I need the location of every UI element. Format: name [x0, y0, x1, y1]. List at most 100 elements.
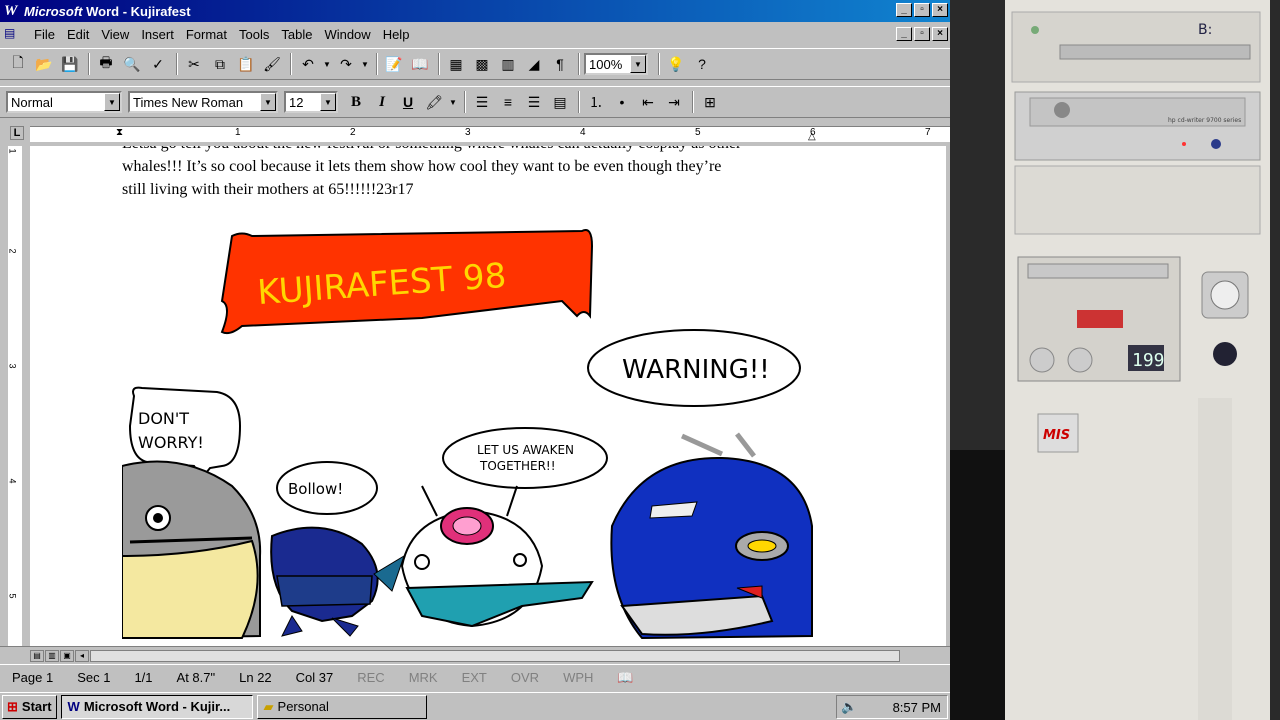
chevron-down-icon[interactable]: ▼ [630, 55, 646, 73]
numbering-icon[interactable]: ⒈ [584, 90, 608, 114]
open-icon[interactable]: 📂 [32, 52, 56, 76]
format-painter-icon[interactable]: 🖌 [260, 52, 284, 76]
vertical-ruler[interactable]: 1 2 3 4 5 [0, 146, 30, 646]
status-rec[interactable]: REC [345, 670, 396, 685]
vruler-label-2: 2 [7, 248, 18, 254]
align-center-icon[interactable]: ≡ [496, 90, 520, 114]
zoom-select[interactable]: 100% ▼ [584, 53, 648, 75]
redo-dropdown-icon[interactable]: ▼ [360, 52, 370, 76]
outline-view-icon[interactable]: ◂ [75, 649, 89, 662]
left-indent-marker[interactable]: ⧗ [116, 127, 123, 138]
status-ovr[interactable]: OVR [499, 670, 551, 685]
horizontal-scrollbar[interactable] [90, 650, 900, 662]
folder-icon: ▰ [263, 698, 274, 714]
borders-icon[interactable]: ⊞ [698, 90, 722, 114]
taskbar: ⊞ Start W Microsoft Word - Kujir... ▰ Perso… [0, 692, 950, 720]
taskbar-personal-label: Personal [277, 699, 329, 714]
doc-close-button[interactable]: × [932, 27, 948, 41]
title-bar[interactable]: W Microsoft Word - Kujirafest _ ▫ × [0, 0, 950, 22]
spelling-status-icon[interactable]: 📖 [605, 670, 645, 686]
menu-tools[interactable]: Tools [233, 27, 275, 42]
svg-text:DON'T: DON'T [138, 409, 189, 428]
help-icon[interactable]: ? [690, 52, 714, 76]
print-icon[interactable]: 🖶 [94, 52, 118, 76]
drawing-icon[interactable]: ◢ [522, 52, 546, 76]
new-icon[interactable]: 🗋 [6, 52, 30, 76]
chevron-down-icon[interactable]: ▼ [320, 93, 336, 111]
undo-dropdown-icon[interactable]: ▼ [322, 52, 332, 76]
maximize-button[interactable]: ▫ [914, 3, 930, 17]
autotext-icon[interactable]: 📝 [382, 52, 406, 76]
status-mrk[interactable]: MRK [397, 670, 450, 685]
menu-window[interactable]: Window [318, 27, 376, 42]
justify-icon[interactable]: ▤ [548, 90, 572, 114]
style-select[interactable]: Normal ▼ [6, 91, 122, 113]
doc-minimize-button[interactable]: _ [896, 27, 912, 41]
underline-button[interactable]: U [396, 90, 420, 114]
copy-icon[interactable]: ⧉ [208, 52, 232, 76]
decrease-indent-icon[interactable]: ⇤ [636, 90, 660, 114]
cut-icon[interactable]: ✂ [182, 52, 206, 76]
menu-help[interactable]: Help [377, 27, 416, 42]
chevron-down-icon[interactable]: ▼ [104, 93, 120, 111]
minimize-button[interactable]: _ [896, 3, 912, 17]
menu-edit[interactable]: Edit [61, 27, 95, 42]
document-text[interactable]: Letsa go tell you about the new festival… [122, 146, 822, 215]
text-line-3[interactable]: still living with their mothers at 65!!!… [122, 178, 822, 201]
undo-icon[interactable]: ↶ [296, 52, 320, 76]
chevron-down-icon[interactable]: ▼ [260, 93, 276, 111]
tab-selector[interactable]: L [10, 126, 24, 140]
bullets-icon[interactable]: • [610, 90, 634, 114]
highlight-dropdown-icon[interactable]: ▼ [448, 90, 458, 114]
bubble-warning: WARNING!! [587, 329, 801, 407]
online-layout-icon[interactable]: ▥ [45, 649, 59, 662]
font-select[interactable]: Times New Roman ▼ [128, 91, 278, 113]
taskbar-word-button[interactable]: W Microsoft Word - Kujir... [60, 694, 253, 719]
menu-table[interactable]: Table [275, 27, 318, 42]
save-icon[interactable]: 💾 [58, 52, 82, 76]
kujirafest-drawing[interactable]: KUJIRAFEST 98 DON'T WORRY! Bollow! LET U… [122, 226, 822, 646]
menu-view[interactable]: View [95, 27, 135, 42]
taskbar-word-label: Microsoft Word - Kujir... [83, 699, 231, 714]
text-line-2[interactable]: whales!!! It’s so cool because it lets t… [122, 155, 822, 178]
document-icon[interactable]: ▤ [4, 26, 22, 42]
align-right-icon[interactable]: ☰ [522, 90, 546, 114]
text-line-1[interactable]: Letsa go tell you about the new festival… [122, 146, 822, 155]
increase-indent-icon[interactable]: ⇥ [662, 90, 686, 114]
volume-icon[interactable]: 🔈 [841, 699, 857, 715]
insert-table-icon[interactable]: ▦ [444, 52, 468, 76]
office-assistant-icon[interactable]: 💡 [664, 52, 688, 76]
clock[interactable]: 8:57 PM [893, 700, 941, 715]
ruler-strip[interactable]: 1 2 3 4 5 6 7 ⧗ △ [30, 126, 950, 142]
insert-addressbook-icon[interactable]: 📖 [408, 52, 432, 76]
redo-icon[interactable]: ↷ [334, 52, 358, 76]
doc-restore-button[interactable]: ▫ [914, 27, 930, 41]
document-page[interactable]: Letsa go tell you about the new festival… [30, 146, 946, 646]
menu-insert[interactable]: Insert [135, 27, 180, 42]
highlight-icon[interactable]: 🖍 [422, 90, 446, 114]
status-wph[interactable]: WPH [551, 670, 605, 685]
menu-file[interactable]: File [28, 27, 61, 42]
menu-format[interactable]: Format [180, 27, 233, 42]
horizontal-ruler[interactable]: L 1 2 3 4 5 6 7 ⧗ △ [0, 122, 950, 146]
normal-view-icon[interactable]: ▤ [30, 649, 44, 662]
page-layout-icon[interactable]: ▣ [60, 649, 74, 662]
status-line: Ln 22 [239, 670, 272, 685]
taskbar-personal-button[interactable]: ▰ Personal [256, 694, 427, 719]
show-hide-icon[interactable]: ¶ [548, 52, 572, 76]
spelling-icon[interactable]: ✓ [146, 52, 170, 76]
print-preview-icon[interactable]: 🔍 [120, 52, 144, 76]
font-size-select[interactable]: 12 ▼ [284, 91, 338, 113]
status-col: Col 37 [295, 670, 334, 685]
align-left-icon[interactable]: ☰ [470, 90, 494, 114]
close-button[interactable]: × [932, 3, 948, 17]
right-indent-marker[interactable]: △ [808, 131, 816, 142]
status-ext[interactable]: EXT [450, 670, 499, 685]
italic-button[interactable]: I [370, 90, 394, 114]
insert-excel-icon[interactable]: ▩ [470, 52, 494, 76]
columns-icon[interactable]: ▥ [496, 52, 520, 76]
paste-icon[interactable]: 📋 [234, 52, 258, 76]
word-app-icon[interactable]: W [4, 3, 20, 19]
bold-button[interactable]: B [344, 90, 368, 114]
start-button[interactable]: ⊞ Start [2, 694, 57, 719]
